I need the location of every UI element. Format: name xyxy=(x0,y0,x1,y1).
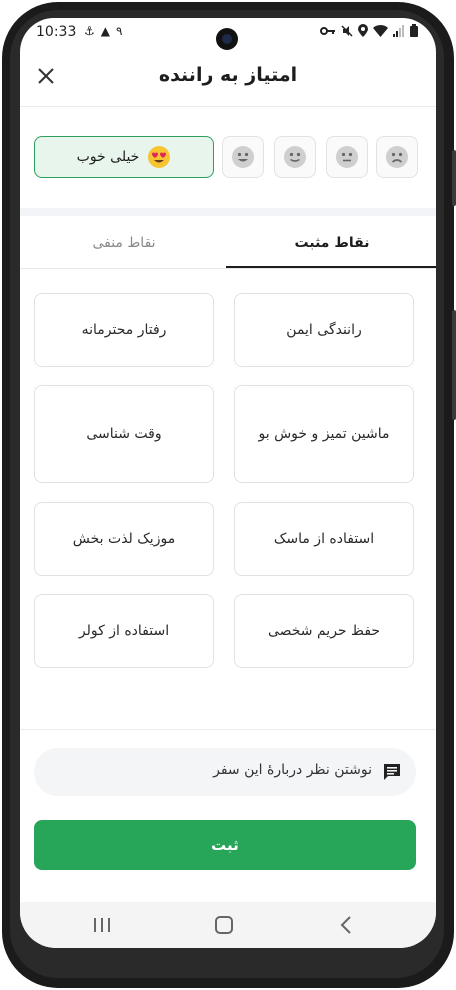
battery-icon xyxy=(410,24,418,37)
heart-eyes-emoji-icon xyxy=(148,146,171,168)
rating-ok-button[interactable] xyxy=(274,136,316,178)
rating-neutral-button[interactable] xyxy=(326,136,368,178)
key-icon xyxy=(320,26,335,35)
status-time: 10:33 xyxy=(36,24,77,40)
comment-field[interactable]: نوشتن نظر دربارهٔ این سفر xyxy=(34,748,416,796)
chip-enjoyable-music[interactable]: موزیک لذت بخش xyxy=(34,502,214,576)
tab-negative[interactable]: نقاط منفی xyxy=(20,218,228,268)
status-left-icons: ⚓ ▲ ۹ xyxy=(84,24,122,38)
section-divider xyxy=(20,208,436,216)
front-camera xyxy=(216,28,238,50)
system-navigation-bar xyxy=(20,902,436,948)
comment-icon xyxy=(384,764,400,780)
comment-placeholder: نوشتن نظر دربارهٔ این سفر xyxy=(213,762,372,778)
active-tab-indicator xyxy=(226,266,436,268)
warning-icon: ▲ xyxy=(100,24,110,38)
chip-respectful-behavior[interactable]: رفتار محترمانه xyxy=(34,293,214,367)
wifi-icon xyxy=(373,24,388,37)
chip-privacy[interactable]: حفظ حریم شخصی xyxy=(234,594,414,668)
power-button xyxy=(452,310,456,420)
home-button[interactable] xyxy=(204,910,244,940)
rating-good-button[interactable] xyxy=(222,136,264,178)
divider xyxy=(20,729,436,730)
signal-icon xyxy=(393,24,404,37)
rating-selector: خیلی خوب xyxy=(20,136,436,180)
chip-clean-car[interactable]: ماشین تمیز و خوش بو xyxy=(234,385,414,483)
feedback-tabs: نقاط منفی نقاط مثبت xyxy=(20,218,436,269)
smile-face-icon xyxy=(232,146,254,168)
volume-button xyxy=(452,150,456,206)
chip-mask-usage[interactable]: استفاده از ماسک xyxy=(234,502,414,576)
submit-button[interactable]: ثبت xyxy=(34,820,416,870)
phone-frame: 10:33 ⚓ ▲ ۹ امتیاز به راننده خیلی خوب نق… xyxy=(0,0,456,990)
rating-very-good-button[interactable]: خیلی خوب xyxy=(34,136,214,178)
location-icon xyxy=(358,24,368,37)
back-icon xyxy=(340,916,351,934)
recent-apps-button[interactable] xyxy=(82,910,122,940)
app-bar: امتیاز به راننده xyxy=(20,48,436,107)
home-icon xyxy=(215,916,233,934)
app-screen: 10:33 ⚓ ▲ ۹ امتیاز به راننده خیلی خوب نق… xyxy=(20,18,436,948)
status-right-icons xyxy=(320,24,418,37)
mute-icon xyxy=(341,24,353,37)
recent-apps-icon xyxy=(94,918,110,932)
tab-positive[interactable]: نقاط مثبت xyxy=(228,218,436,268)
notification-count-icon: ۹ xyxy=(116,24,123,38)
chip-safe-driving[interactable]: رانندگی ایمن xyxy=(234,293,414,367)
back-button[interactable] xyxy=(326,910,366,940)
page-title: امتیاز به راننده xyxy=(158,64,298,86)
rating-bad-button[interactable] xyxy=(376,136,418,178)
anchor-icon: ⚓ xyxy=(84,24,95,38)
neutral-face-icon xyxy=(336,146,358,168)
chip-punctuality[interactable]: وقت شناسی xyxy=(34,385,214,483)
rating-selected-label: خیلی خوب xyxy=(76,149,140,165)
sad-face-icon xyxy=(386,146,408,168)
chip-air-conditioner[interactable]: استفاده از کولر xyxy=(34,594,214,668)
slight-smile-face-icon xyxy=(284,146,306,168)
